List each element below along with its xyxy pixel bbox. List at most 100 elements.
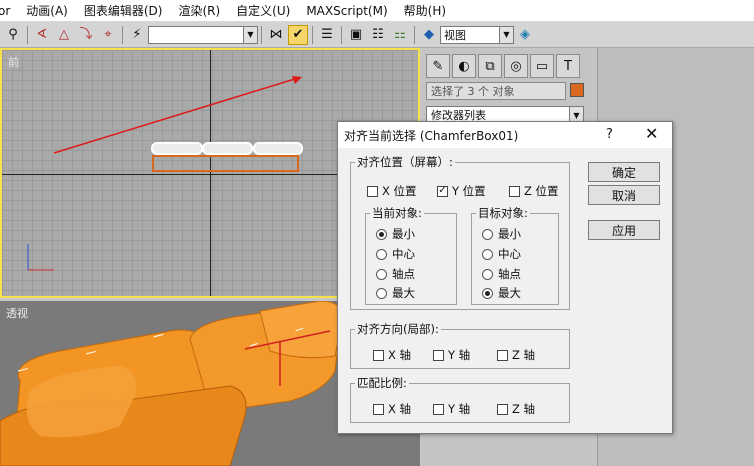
x-position-checkbox[interactable]: X 位置 xyxy=(367,183,417,199)
target-center-radio[interactable]: 中心 xyxy=(482,246,521,262)
checkbox-box[interactable] xyxy=(433,403,444,415)
apply-button[interactable]: 应用 xyxy=(588,220,660,240)
x-position-label: X 位置 xyxy=(382,184,417,198)
sofa-base xyxy=(152,155,299,172)
toolbar-separator xyxy=(414,25,415,44)
match-scale-title: 匹配比例: xyxy=(355,376,409,390)
target-center-label: 中心 xyxy=(498,247,521,261)
render-setup-icon[interactable]: ◆ xyxy=(419,25,439,45)
align-selection-dialog: 对齐当前选择 (ChamferBox01) ? ✕ 对齐位置（屏幕）: X 位置… xyxy=(337,121,673,434)
scale-x-checkbox[interactable]: X 轴 xyxy=(373,401,411,417)
current-min-radio[interactable]: 最小 xyxy=(376,226,415,242)
current-max-radio[interactable]: 最大 xyxy=(376,285,415,301)
checkbox-box[interactable] xyxy=(433,349,444,361)
checkmark-icon[interactable]: ✓ xyxy=(437,185,448,197)
layer-manager-icon[interactable]: ☰ xyxy=(317,25,337,45)
align-orientation-title: 对齐方向(局部): xyxy=(355,322,441,336)
target-pivot-radio[interactable]: 轴点 xyxy=(482,266,521,282)
z-position-label: Z 位置 xyxy=(524,184,559,198)
quick-render-icon[interactable]: ◈ xyxy=(515,25,535,45)
dialog-title: 对齐当前选择 (ChamferBox01) xyxy=(344,128,519,143)
close-button[interactable]: ✕ xyxy=(645,124,658,143)
radio-dot[interactable] xyxy=(376,248,387,260)
radio-dot[interactable] xyxy=(376,228,387,240)
menu-bar: or 动画(A) 图表编辑器(D) 渲染(R) 自定义(U) MAXScript… xyxy=(0,0,754,22)
chevron-down-icon[interactable]: ▼ xyxy=(499,26,513,43)
material-editor-icon[interactable]: ⚏ xyxy=(390,25,410,45)
modify-tab-icon[interactable]: ◐ xyxy=(452,54,476,78)
motion-tab-icon[interactable]: ◎ xyxy=(504,54,528,78)
edit-named-selection-icon[interactable]: ⌖ xyxy=(98,25,118,45)
orient-x-label: X 轴 xyxy=(388,348,412,362)
y-position-label: Y 位置 xyxy=(452,184,486,198)
radio-dot[interactable] xyxy=(482,228,493,240)
curve-editor-icon[interactable]: ▣ xyxy=(346,25,366,45)
scale-y-checkbox[interactable]: Y 轴 xyxy=(433,401,470,417)
spinner-snap-icon[interactable]: ⤵ xyxy=(76,25,96,45)
align-orientation-group: 对齐方向(局部): X 轴 Y 轴 Z 轴 xyxy=(350,322,570,369)
selection-name-field[interactable]: 选择了 3 个 对象 xyxy=(426,82,566,100)
target-min-radio[interactable]: 最小 xyxy=(482,226,521,242)
mirror-icon[interactable]: ⋈ xyxy=(266,25,286,45)
current-min-label: 最小 xyxy=(392,227,415,241)
checkbox-box[interactable] xyxy=(373,403,384,415)
cushion-2 xyxy=(202,142,253,155)
align-position-group: 对齐位置（屏幕）: X 位置 ✓ Y 位置 Z 位置 当前对象: 最小 中心 轴… xyxy=(350,155,570,310)
radio-dot[interactable] xyxy=(482,268,493,280)
match-scale-group: 匹配比例: X 轴 Y 轴 Z 轴 xyxy=(350,376,570,423)
help-button[interactable]: ? xyxy=(606,127,613,142)
checkbox-box[interactable] xyxy=(373,349,384,361)
checkbox-box[interactable] xyxy=(367,185,378,197)
menu-item-help[interactable]: 帮助(H) xyxy=(396,2,454,19)
view-combo[interactable]: 视图 ▼ xyxy=(440,25,514,44)
orient-y-label: Y 轴 xyxy=(448,348,471,362)
chevron-down-icon[interactable]: ▼ xyxy=(243,26,257,43)
menu-item-rendering[interactable]: 渲染(R) xyxy=(170,2,228,19)
radio-dot[interactable] xyxy=(482,287,493,299)
scale-x-label: X 轴 xyxy=(388,402,412,416)
radio-dot[interactable] xyxy=(376,287,387,299)
menu-item-graph-editors[interactable]: 图表编辑器(D) xyxy=(76,2,171,19)
target-max-label: 最大 xyxy=(498,286,521,300)
toolbar-separator xyxy=(312,25,313,44)
utilities-tab-icon[interactable]: T xyxy=(556,54,580,78)
z-position-checkbox[interactable]: Z 位置 xyxy=(509,183,559,199)
cushion-1 xyxy=(151,142,203,155)
checkbox-box[interactable] xyxy=(509,185,520,197)
radio-dot[interactable] xyxy=(482,248,493,260)
current-object-group: 当前对象: 最小 中心 轴点 最大 xyxy=(365,206,457,305)
orient-y-checkbox[interactable]: Y 轴 xyxy=(433,347,470,363)
current-pivot-radio[interactable]: 轴点 xyxy=(376,266,415,282)
hierarchy-tab-icon[interactable]: ⧉ xyxy=(478,54,502,78)
named-selection-combo[interactable]: ▼ xyxy=(148,25,258,44)
y-position-checkbox[interactable]: ✓ Y 位置 xyxy=(437,183,486,199)
menu-item-customize[interactable]: 自定义(U) xyxy=(228,2,298,19)
create-tab-icon[interactable]: ✎ xyxy=(426,54,450,78)
menu-item-edit[interactable]: or xyxy=(0,4,18,18)
selection-text: 选择了 3 个 对象 xyxy=(431,85,515,98)
cancel-button[interactable]: 取消 xyxy=(588,185,660,205)
current-center-label: 中心 xyxy=(392,247,415,261)
scale-z-checkbox[interactable]: Z 轴 xyxy=(497,401,535,417)
orient-x-checkbox[interactable]: X 轴 xyxy=(373,347,411,363)
checkbox-box[interactable] xyxy=(497,403,508,415)
display-tab-icon[interactable]: ▭ xyxy=(530,54,554,78)
schematic-view-icon[interactable]: ☷ xyxy=(368,25,388,45)
current-max-label: 最大 xyxy=(392,286,415,300)
current-center-radio[interactable]: 中心 xyxy=(376,246,415,262)
radio-dot[interactable] xyxy=(376,268,387,280)
orient-z-checkbox[interactable]: Z 轴 xyxy=(497,347,535,363)
checkbox-box[interactable] xyxy=(497,349,508,361)
menu-item-animation[interactable]: 动画(A) xyxy=(18,2,76,19)
angle-snap-icon[interactable]: ∢ xyxy=(32,25,52,45)
snap-icon[interactable]: ⚲ xyxy=(3,25,23,45)
menu-item-maxscript[interactable]: MAXScript(M) xyxy=(298,4,395,18)
named-selection-icon[interactable]: ⚡ xyxy=(127,25,147,45)
object-color-swatch[interactable] xyxy=(570,83,584,97)
target-min-label: 最小 xyxy=(498,227,521,241)
percent-snap-icon[interactable]: △ xyxy=(54,25,74,45)
ok-button[interactable]: 确定 xyxy=(588,162,660,182)
align-icon[interactable]: ✔ xyxy=(288,24,308,45)
target-max-radio[interactable]: 最大 xyxy=(482,285,521,301)
scale-z-label: Z 轴 xyxy=(512,402,536,416)
